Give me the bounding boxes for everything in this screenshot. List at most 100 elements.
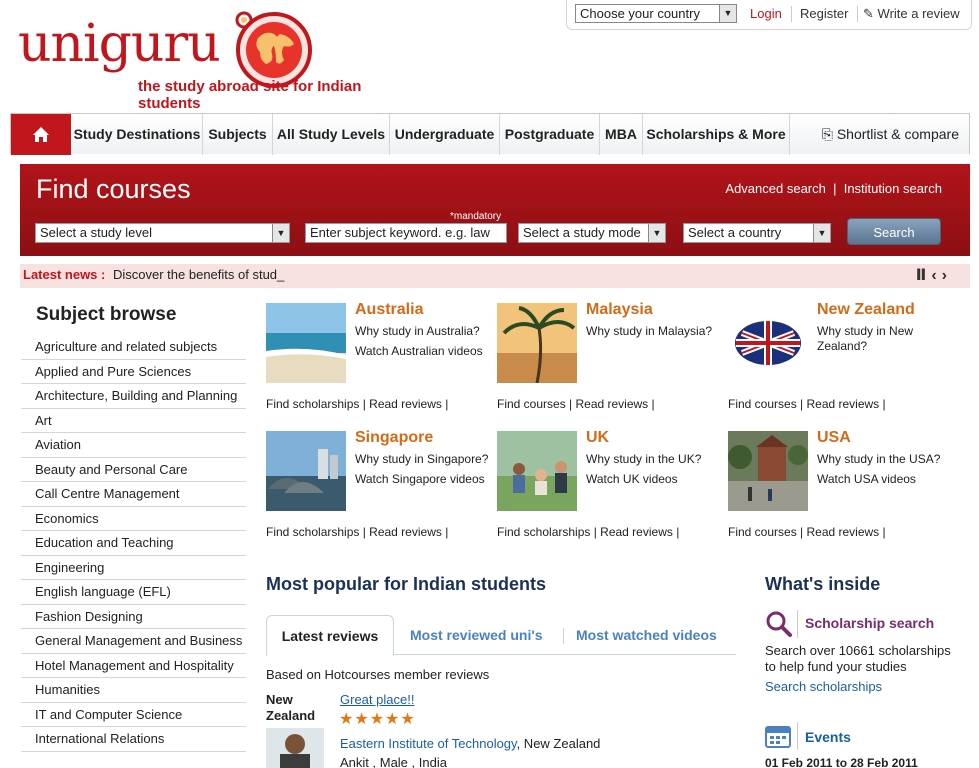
why-study-link[interactable]: Why study in Singapore?	[355, 452, 495, 467]
pause-icon[interactable]: Ⅱ	[916, 267, 932, 284]
why-study-link[interactable]: Why study in New Zealand?	[817, 324, 957, 354]
subject-item[interactable]: English language (EFL)	[21, 580, 246, 605]
chevron-down-icon[interactable]: ▼	[272, 224, 289, 242]
most-popular-title: Most popular for Indian students	[266, 574, 546, 594]
country-links[interactable]: Find scholarships | Read reviews |	[266, 525, 448, 539]
why-study-link[interactable]: Why study in Malaysia?	[586, 324, 726, 339]
main-nav: Study Destinations Subjects All Study Le…	[10, 113, 970, 155]
country-name[interactable]: Australia	[355, 301, 423, 319]
why-study-link[interactable]: Why study in the UK?	[586, 452, 726, 467]
login-link[interactable]: Login	[750, 6, 782, 21]
advanced-search-link[interactable]: Advanced search	[725, 181, 825, 196]
chevron-left-icon[interactable]: ‹	[931, 267, 941, 284]
subject-item[interactable]: Aviation	[21, 433, 246, 458]
subject-item[interactable]: Art	[21, 409, 246, 433]
nav-postgraduate[interactable]: Postgraduate	[500, 114, 600, 155]
country-links[interactable]: Find courses | Read reviews |	[497, 397, 655, 411]
country-card-usa: USA Why study in the USA? Watch USA vide…	[728, 429, 958, 551]
country-name[interactable]: USA	[817, 429, 851, 447]
subject-item[interactable]: Architecture, Building and Planning	[21, 384, 246, 409]
uk-students-image[interactable]	[497, 431, 577, 511]
subject-item[interactable]: Call Centre Management	[21, 482, 246, 507]
subject-item[interactable]: Applied and Pure Sciences	[21, 360, 246, 384]
country-select[interactable]: Select a country ▼	[683, 223, 831, 243]
tab-most-reviewed[interactable]: Most reviewed uni's	[410, 615, 542, 655]
new-zealand-rugby-ball-image[interactable]	[728, 303, 808, 383]
country-name[interactable]: UK	[586, 429, 609, 447]
shortlist-compare-link[interactable]: ⎘ Shortlist & compare	[822, 114, 959, 155]
scholarship-description: Search over 10661 scholarships to help f…	[765, 643, 951, 674]
shortlist-label: Shortlist & compare	[836, 126, 959, 142]
subject-item[interactable]: Agriculture and related subjects	[21, 335, 246, 360]
usa-campus-image[interactable]	[728, 431, 808, 511]
country-card-uk: UK Why study in the UK? Watch UK videos …	[497, 429, 727, 551]
uniguru-logo[interactable]: uniguru the study abroad site for Indian…	[18, 6, 418, 112]
country-card-new-zealand: New Zealand Why study in New Zealand? Fi…	[728, 301, 958, 423]
chevron-down-icon[interactable]: ▼	[719, 5, 736, 22]
nav-scholarships[interactable]: Scholarships & More	[643, 114, 790, 155]
subject-item[interactable]: Hotel Management and Hospitality	[21, 654, 246, 678]
subject-keyword-placeholder: Enter subject keyword. e.g. law	[310, 225, 490, 240]
study-level-select[interactable]: Select a study level ▼	[35, 223, 290, 243]
divider	[797, 722, 798, 750]
country-links[interactable]: Find courses | Read reviews |	[728, 397, 886, 411]
subject-item[interactable]: Beauty and Personal Care	[21, 458, 246, 482]
whats-inside-title: What's inside	[765, 574, 881, 594]
search-scholarships-link[interactable]: Search scholarships	[765, 679, 882, 694]
pencil-icon: ✎	[863, 6, 874, 21]
subject-item[interactable]: Fashion Designing	[21, 605, 246, 629]
nav-undergraduate[interactable]: Undergraduate	[390, 114, 500, 155]
nav-all-study-levels[interactable]: All Study Levels	[273, 114, 390, 155]
scholarship-search-title[interactable]: Scholarship search	[805, 615, 934, 631]
country-links[interactable]: Find scholarships | Read reviews |	[266, 397, 448, 411]
country-links[interactable]: Find scholarships | Read reviews |	[497, 525, 679, 539]
subject-keyword-input[interactable]: Enter subject keyword. e.g. law	[305, 223, 507, 243]
news-text[interactable]: Discover the benefits of stud_	[113, 267, 284, 282]
register-link[interactable]: Register	[800, 6, 848, 21]
subject-item[interactable]: IT and Computer Science	[21, 703, 246, 727]
subject-item[interactable]: Engineering	[21, 556, 246, 580]
country-dropdown[interactable]: Choose your country ▼	[575, 4, 737, 23]
nav-mba[interactable]: MBA	[600, 114, 643, 155]
why-study-link[interactable]: Why study in Australia?	[355, 324, 495, 339]
study-mode-select[interactable]: Select a study mode ▼	[518, 223, 666, 243]
chevron-right-icon[interactable]: ›	[942, 267, 952, 284]
tab-latest-reviews[interactable]: Latest reviews	[266, 615, 394, 656]
country-name[interactable]: New Zealand	[817, 301, 915, 319]
review-title-link[interactable]: Great place!!	[340, 692, 414, 707]
country-dropdown-value: Choose your country	[580, 6, 700, 21]
chevron-down-icon[interactable]: ▼	[813, 224, 830, 242]
search-button[interactable]: Search	[847, 218, 941, 245]
subject-item[interactable]: Economics	[21, 507, 246, 531]
events-title[interactable]: Events	[805, 729, 851, 745]
watch-videos-link[interactable]: Watch Singapore videos	[355, 472, 495, 487]
subject-item[interactable]: General Management and Business	[21, 629, 246, 654]
subject-item[interactable]: Education and Teaching	[21, 531, 246, 556]
nav-home-button[interactable]	[11, 114, 71, 155]
country-card-australia: Australia Why study in Australia? Watch …	[266, 301, 496, 423]
chevron-down-icon[interactable]: ▼	[648, 224, 665, 242]
country-name[interactable]: Malaysia	[586, 301, 653, 319]
country-links[interactable]: Find courses | Read reviews |	[728, 525, 886, 539]
institution-search-link[interactable]: Institution search	[844, 181, 942, 196]
singapore-skyline-image[interactable]	[266, 431, 346, 511]
divider	[563, 628, 564, 644]
watch-videos-link[interactable]: Watch USA videos	[817, 472, 957, 487]
why-study-link[interactable]: Why study in the USA?	[817, 452, 957, 467]
mandatory-note: *mandatory	[450, 211, 502, 222]
subject-item[interactable]: International Relations	[21, 727, 246, 752]
watch-videos-link[interactable]: Watch Australian videos	[355, 344, 495, 359]
australia-beach-image[interactable]	[266, 303, 346, 383]
country-name[interactable]: Singapore	[355, 429, 433, 447]
nav-study-destinations[interactable]: Study Destinations	[72, 114, 203, 155]
subject-item[interactable]: Humanities	[21, 678, 246, 703]
nav-subjects[interactable]: Subjects	[203, 114, 273, 155]
watch-videos-link[interactable]: Watch UK videos	[586, 472, 726, 487]
tab-most-watched[interactable]: Most watched videos	[576, 615, 717, 655]
write-review-link[interactable]: ✎ Write a review	[863, 6, 960, 22]
search-icon	[766, 611, 792, 637]
institution-link[interactable]: Eastern Institute of Technology	[340, 736, 517, 751]
country-card-malaysia: Malaysia Why study in Malaysia? Find cou…	[497, 301, 727, 423]
malaysia-palm-image[interactable]	[497, 303, 577, 383]
find-courses-panel: Find courses Advanced search | Instituti…	[20, 164, 970, 256]
